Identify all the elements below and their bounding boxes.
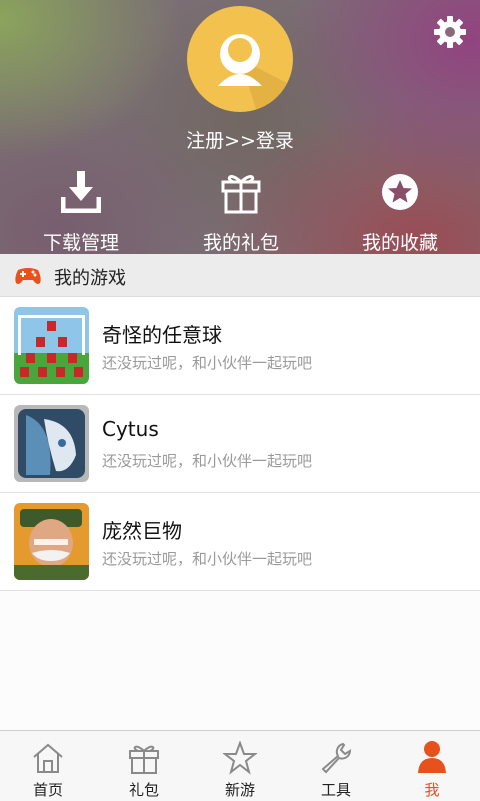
tab-new-games-label: 新游 [224, 781, 255, 799]
gift-icon [221, 175, 261, 214]
game-name: Cytus [102, 417, 159, 441]
tab-new-games[interactable]: 新游 [192, 731, 288, 801]
my-gifts-button[interactable]: 我的礼包 [161, 168, 321, 254]
avatar[interactable] [187, 6, 293, 112]
tab-me[interactable]: 我 [384, 731, 480, 801]
home-icon [33, 743, 63, 773]
tab-tools-label: 工具 [320, 781, 351, 799]
wrench-icon [321, 742, 352, 774]
game-description: 还没玩过呢，和小伙伴一起玩吧 [102, 550, 313, 568]
tab-home[interactable]: 首页 [0, 731, 96, 801]
section-title: 我的游戏 [54, 268, 126, 289]
star-icon [223, 741, 257, 775]
game-name: 庞然巨物 [102, 519, 182, 543]
tab-home-label: 首页 [32, 781, 63, 799]
tab-tools[interactable]: 工具 [288, 731, 384, 801]
tab-gifts[interactable]: 礼包 [96, 731, 192, 801]
download-icon [61, 171, 101, 213]
gift-icon [129, 745, 159, 774]
game-row[interactable]: 庞然巨物 还没玩过呢，和小伙伴一起玩吧 [0, 493, 480, 591]
game-thumbnail [14, 307, 89, 384]
my-favorites-label: 我的收藏 [361, 232, 438, 254]
tab-gifts-label: 礼包 [128, 781, 159, 799]
gear-icon[interactable] [432, 14, 468, 50]
user-avatar-icon [218, 34, 293, 112]
game-row[interactable]: 奇怪的任意球 还没玩过呢，和小伙伴一起玩吧 [0, 297, 480, 395]
game-name: 奇怪的任意球 [102, 323, 222, 347]
star-badge-icon [382, 174, 418, 210]
login-link[interactable]: 注册>>登录 [0, 126, 480, 153]
download-manager-button[interactable]: 下载管理 [1, 168, 161, 254]
bottom-tab-bar: 首页 礼包 新游 工具 我 [0, 730, 480, 801]
my-gifts-label: 我的礼包 [202, 232, 279, 254]
my-games-section-header: 我的游戏 [0, 254, 480, 297]
game-thumbnail [14, 503, 89, 580]
game-thumbnail [14, 405, 89, 482]
profile-header: 注册>>登录 下载管理 我的礼包 我的收藏 [0, 0, 480, 254]
games-list: 奇怪的任意球 还没玩过呢，和小伙伴一起玩吧 Cytus 还没玩过呢，和小伙伴一起… [0, 297, 480, 591]
my-favorites-button[interactable]: 我的收藏 [320, 168, 480, 254]
gamepad-icon [15, 268, 41, 284]
game-description: 还没玩过呢，和小伙伴一起玩吧 [102, 354, 313, 372]
download-manager-label: 下载管理 [42, 232, 119, 254]
game-row[interactable]: Cytus 还没玩过呢，和小伙伴一起玩吧 [0, 395, 480, 493]
tab-me-label: 我 [424, 781, 440, 799]
person-icon [418, 741, 446, 773]
game-description: 还没玩过呢，和小伙伴一起玩吧 [102, 452, 313, 470]
